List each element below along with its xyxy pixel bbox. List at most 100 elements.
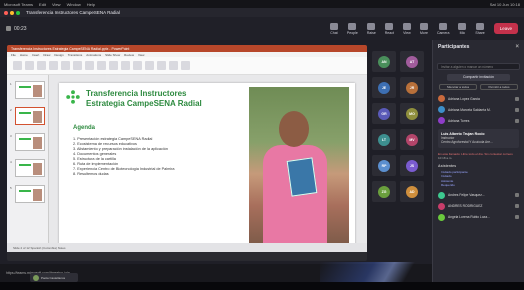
menu-view[interactable]: View xyxy=(52,2,61,7)
italic-icon[interactable] xyxy=(85,61,94,70)
participant-row[interactable]: Adriana Lopez Garcia xyxy=(433,93,524,104)
slide-thumbnail[interactable]: 3 xyxy=(10,133,45,151)
ribbon-tab[interactable]: Home xyxy=(20,53,28,57)
participant-tile[interactable]: GR xyxy=(372,103,396,124)
align-icon[interactable] xyxy=(97,61,106,70)
participant-tile[interactable]: JS xyxy=(400,155,424,176)
ribbon-tab[interactable]: Transitions xyxy=(68,53,83,57)
participant-tile[interactable]: AT xyxy=(400,51,424,72)
participant-tile[interactable]: MO xyxy=(400,103,424,124)
participant-tile[interactable]: RP xyxy=(372,155,396,176)
participant-tile[interactable]: JE xyxy=(372,77,396,98)
participant-tile[interactable]: MV xyxy=(400,129,424,150)
font-icon[interactable] xyxy=(61,61,70,70)
os-menubar: Microsoft Teams Edit View Window Help Sa… xyxy=(0,0,524,8)
view-button[interactable]: View xyxy=(402,22,411,35)
ribbon-tab[interactable]: Review xyxy=(124,53,134,57)
menu-help[interactable]: Help xyxy=(87,2,95,7)
raise-hand-button[interactable]: Raise xyxy=(367,22,376,35)
close-window-button[interactable] xyxy=(4,10,8,15)
avatar: JR xyxy=(406,81,418,94)
more-button[interactable]: More xyxy=(419,22,428,35)
profile-card[interactable]: Luis Alberto Trujan Rocio Instructor Cen… xyxy=(438,129,519,148)
window-controls xyxy=(4,10,20,15)
new-slide-icon[interactable] xyxy=(37,61,46,70)
mic-icon xyxy=(515,204,519,209)
meeting-timer: 00:23 xyxy=(6,26,27,32)
participant-tile[interactable]: AD xyxy=(400,181,424,202)
ribbon-tab[interactable]: Animations xyxy=(86,53,101,57)
participant-tile[interactable]: AN xyxy=(372,51,396,72)
avatar: ZG xyxy=(378,185,390,198)
avatar: RP xyxy=(378,159,390,172)
participant-row[interactable]: Adriana Torres xyxy=(433,115,524,126)
mic-icon xyxy=(515,193,519,198)
designer-icon[interactable] xyxy=(181,61,190,70)
participant-row[interactable]: Angela Lorena Rubio Loza... xyxy=(433,212,524,223)
ribbon-tab[interactable]: Slide Show xyxy=(105,53,120,57)
shapes-icon[interactable] xyxy=(121,61,130,70)
share-button[interactable]: Share xyxy=(475,22,485,35)
share-invite-button[interactable]: Compartir invitación xyxy=(447,74,510,81)
section-attendees[interactable]: Asistentes xyxy=(438,164,519,168)
react-button[interactable]: React xyxy=(385,22,394,35)
shield-icon xyxy=(6,26,11,31)
find-icon[interactable] xyxy=(157,61,166,70)
slide-thumbnail[interactable]: 5 xyxy=(10,185,45,203)
bold-icon[interactable] xyxy=(73,61,82,70)
menu-app[interactable]: Microsoft Teams xyxy=(4,2,33,7)
agenda-heading: Agenda xyxy=(73,125,96,131)
mic-button[interactable]: Mic xyxy=(458,22,467,35)
ribbon-tab[interactable]: View xyxy=(138,53,144,57)
ribbon-tab[interactable]: Design xyxy=(54,53,63,57)
agenda-list: 1. Presentación estrategia CampeSENA Rad… xyxy=(73,137,213,177)
dictate-icon[interactable] xyxy=(169,61,178,70)
participants-panel: Participantes × Invitar a alguien o marc… xyxy=(432,40,524,282)
layout-icon[interactable] xyxy=(49,61,58,70)
smile-icon xyxy=(385,22,394,30)
ribbon-tab[interactable]: File xyxy=(11,53,16,57)
admit-all-button[interactable]: Permitir a todos xyxy=(480,84,518,90)
participant-tile[interactable]: ZG xyxy=(372,181,396,202)
paste-icon[interactable] xyxy=(13,61,22,70)
camera-button[interactable]: Camera xyxy=(437,22,449,35)
bullets-icon[interactable] xyxy=(109,61,118,70)
role-item[interactable]: Requerido xyxy=(441,183,516,188)
close-icon[interactable]: × xyxy=(515,44,519,50)
people-button[interactable]: People xyxy=(347,22,358,35)
mute-all-button[interactable]: Silenciar a todos xyxy=(439,84,477,90)
ribbon-tab[interactable]: Draw xyxy=(43,53,50,57)
zoom-window-button[interactable] xyxy=(16,10,20,15)
participant-row[interactable]: Andres Felipe Vasquez... xyxy=(433,190,524,201)
ribbon-tab[interactable]: Insert xyxy=(32,53,40,57)
arrange-icon[interactable] xyxy=(133,61,142,70)
avatar: JS xyxy=(406,159,418,172)
teams-window: Microsoft Teams Edit View Window Help Sa… xyxy=(0,0,524,282)
minimize-window-button[interactable] xyxy=(10,10,14,15)
avatar: AD xyxy=(406,185,418,198)
window-title: Transferencia Instructores CampeSENA Rad… xyxy=(26,10,120,15)
invite-search-input[interactable]: Invitar a alguien o marcar un número xyxy=(437,63,520,70)
chat-button[interactable]: Chat xyxy=(329,22,338,35)
avatar xyxy=(33,274,39,281)
cut-icon[interactable] xyxy=(25,61,34,70)
self-video-thumbnail[interactable]: Paola Castellanos xyxy=(30,273,78,282)
styles-icon[interactable] xyxy=(145,61,154,70)
profile-detail: Centro Agroforestal Y Acuícola Are... xyxy=(441,140,493,145)
avatar: MV xyxy=(406,133,418,146)
slide-thumbnail-selected[interactable]: 2 xyxy=(10,107,45,125)
participant-tile[interactable]: LT xyxy=(372,129,396,150)
meeting-toolbar: 00:23 Chat People Raise React View More … xyxy=(0,17,524,40)
status-note: En este llamado: Libre todo el día. Sin … xyxy=(438,151,513,160)
avatar: MO xyxy=(406,107,418,120)
slide-thumbnail[interactable]: 1 xyxy=(10,81,45,99)
leave-button[interactable]: Leave xyxy=(493,23,518,34)
participant-tile[interactable]: JR xyxy=(400,77,424,98)
slide-thumbnail[interactable]: 4 xyxy=(10,159,45,177)
menu-edit[interactable]: Edit xyxy=(39,2,46,7)
participant-row[interactable]: ANDRES RODRIGUEZ xyxy=(433,201,524,212)
menubar-status: Sat 10 Jun 10:18 xyxy=(489,1,520,7)
participant-row[interactable]: Adriana Marcela Saldarria M. xyxy=(433,104,524,115)
video-tiles: AN AT JE JR GR MO LT MV RP JS ZG AD xyxy=(372,45,428,261)
menu-window[interactable]: Window xyxy=(67,2,81,7)
